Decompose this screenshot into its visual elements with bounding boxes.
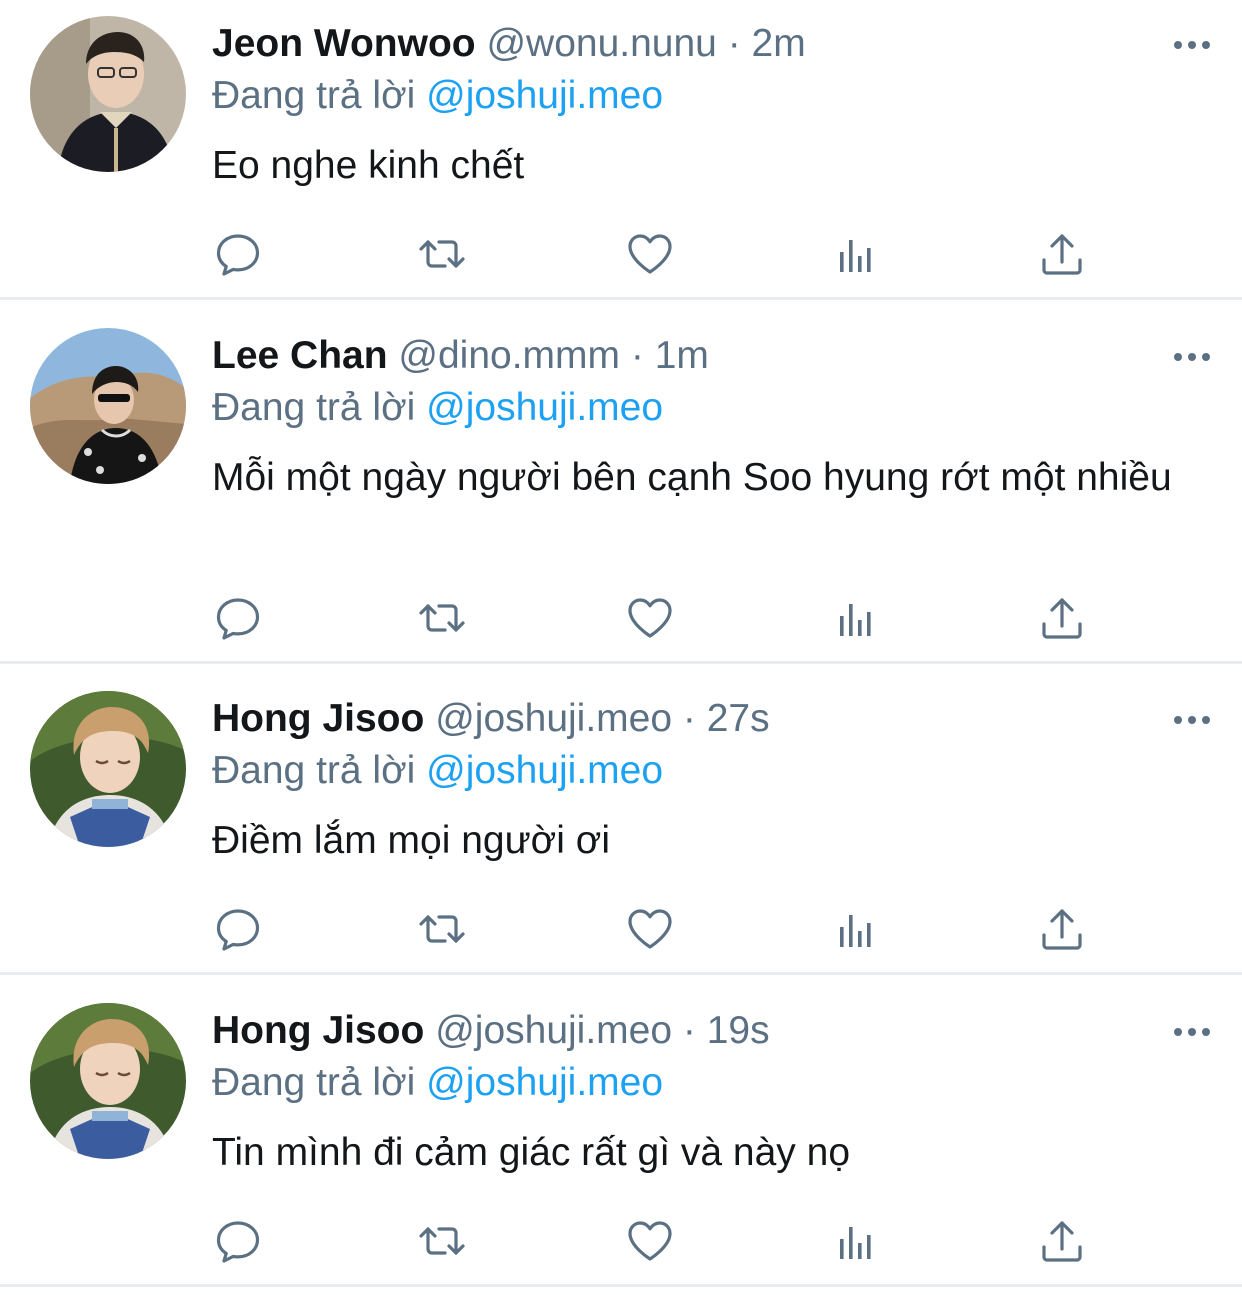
more-options-icon[interactable]	[1172, 30, 1212, 60]
analytics-icon[interactable]	[830, 592, 882, 644]
timestamp[interactable]: 19s	[707, 1009, 770, 1052]
replying-to-label: Đang trả lời	[212, 74, 416, 117]
timestamp[interactable]: 1m	[655, 334, 709, 377]
display-name[interactable]: Hong Jisoo	[212, 1009, 424, 1052]
analytics-icon[interactable]	[830, 903, 882, 955]
avatar[interactable]	[30, 691, 186, 847]
share-icon[interactable]	[1036, 903, 1088, 955]
reply-icon[interactable]	[212, 903, 264, 955]
analytics-icon[interactable]	[830, 228, 882, 280]
tweet[interactable]: Hong Jisoo @joshuji.meo · 19s Đang trả l…	[0, 987, 1242, 1287]
reply-icon[interactable]	[212, 592, 264, 644]
tweet-actions	[212, 228, 1082, 280]
share-icon[interactable]	[1036, 1215, 1088, 1267]
share-icon[interactable]	[1036, 228, 1088, 280]
more-options-icon[interactable]	[1172, 1017, 1212, 1047]
more-options-icon[interactable]	[1172, 342, 1212, 372]
tweet-text: Điềm lắm mọi người ơi	[212, 819, 610, 862]
tweet-header: Hong Jisoo @joshuji.meo · 19s	[212, 1005, 770, 1057]
display-name[interactable]: Hong Jisoo	[212, 697, 424, 740]
tweet-actions	[212, 903, 1082, 955]
mention-link[interactable]: @joshuji.meo	[426, 749, 663, 792]
like-icon[interactable]	[624, 592, 676, 644]
tweet-text: Tin mình đi cảm giác rất gì và này nọ	[212, 1131, 851, 1174]
tweet-header: Hong Jisoo @joshuji.meo · 27s	[212, 693, 770, 745]
divider	[0, 1284, 1242, 1287]
display-name[interactable]: Lee Chan	[212, 334, 388, 377]
tweet-header: Lee Chan @dino.mmm · 1m	[212, 330, 709, 382]
retweet-icon[interactable]	[416, 592, 468, 644]
tweet[interactable]: Hong Jisoo @joshuji.meo · 27s Đang trả l…	[0, 675, 1242, 975]
share-icon[interactable]	[1036, 592, 1088, 644]
user-handle[interactable]: @dino.mmm	[398, 334, 620, 377]
tweet-text: Mỗi một ngày người bên cạnh Soo hyung rớ…	[212, 456, 1172, 499]
mention-link[interactable]: @joshuji.meo	[426, 1061, 663, 1104]
divider	[0, 661, 1242, 664]
divider	[0, 297, 1242, 300]
retweet-icon[interactable]	[416, 903, 468, 955]
separator-dot: ·	[727, 22, 741, 65]
replying-to: Đang trả lời @joshuji.meo	[212, 70, 663, 122]
replying-to-label: Đang trả lời	[212, 749, 416, 792]
replying-to-label: Đang trả lời	[212, 386, 416, 429]
divider	[0, 972, 1242, 975]
user-handle[interactable]: @wonu.nunu	[486, 22, 716, 65]
analytics-icon[interactable]	[830, 1215, 882, 1267]
tweet-feed: Jeon Wonwoo @wonu.nunu · 2m Đang trả lời…	[0, 0, 1242, 1295]
tweet-actions	[212, 592, 1082, 644]
replying-to: Đang trả lời @joshuji.meo	[212, 745, 663, 797]
avatar[interactable]	[30, 1003, 186, 1159]
replying-to-label: Đang trả lời	[212, 1061, 416, 1104]
reply-icon[interactable]	[212, 1215, 264, 1267]
retweet-icon[interactable]	[416, 228, 468, 280]
separator-dot: ·	[682, 697, 696, 740]
like-icon[interactable]	[624, 903, 676, 955]
reply-icon[interactable]	[212, 228, 264, 280]
tweet-header: Jeon Wonwoo @wonu.nunu · 2m	[212, 18, 806, 70]
user-handle[interactable]: @joshuji.meo	[435, 1009, 672, 1052]
more-options-icon[interactable]	[1172, 705, 1212, 735]
retweet-icon[interactable]	[416, 1215, 468, 1267]
avatar[interactable]	[30, 16, 186, 172]
mention-link[interactable]: @joshuji.meo	[426, 74, 663, 117]
avatar[interactable]	[30, 328, 186, 484]
tweet[interactable]: Lee Chan @dino.mmm · 1m Đang trả lời @jo…	[0, 312, 1242, 664]
mention-link[interactable]: @joshuji.meo	[426, 386, 663, 429]
like-icon[interactable]	[624, 228, 676, 280]
timestamp[interactable]: 27s	[707, 697, 770, 740]
display-name[interactable]: Jeon Wonwoo	[212, 22, 476, 65]
tweet-text: Eo nghe kinh chết	[212, 144, 525, 187]
timestamp[interactable]: 2m	[752, 22, 806, 65]
separator-dot: ·	[630, 334, 644, 377]
user-handle[interactable]: @joshuji.meo	[435, 697, 672, 740]
replying-to: Đang trả lời @joshuji.meo	[212, 382, 663, 434]
tweet-actions	[212, 1215, 1082, 1267]
like-icon[interactable]	[624, 1215, 676, 1267]
replying-to: Đang trả lời @joshuji.meo	[212, 1057, 663, 1109]
separator-dot: ·	[682, 1009, 696, 1052]
tweet[interactable]: Jeon Wonwoo @wonu.nunu · 2m Đang trả lời…	[0, 0, 1242, 300]
